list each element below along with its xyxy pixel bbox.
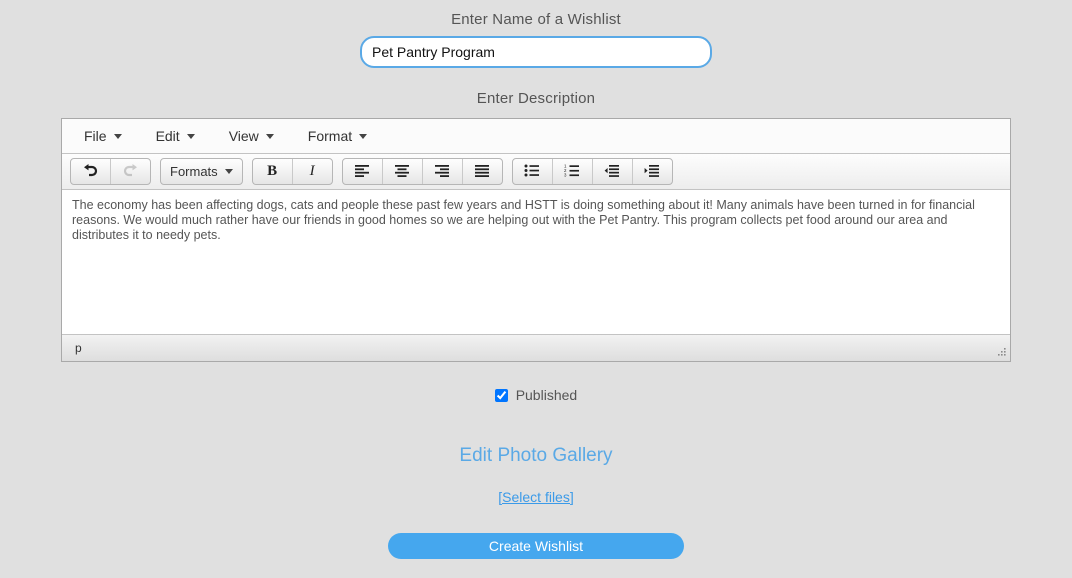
formats-label: Formats <box>170 164 218 179</box>
published-checkbox[interactable] <box>494 389 508 402</box>
svg-text:3: 3 <box>564 172 567 176</box>
redo-icon <box>122 163 139 181</box>
chevron-down-icon <box>359 133 368 139</box>
numbered-list-button[interactable]: 1 2 3 <box>553 159 593 184</box>
published-label-text: Published <box>515 387 578 403</box>
align-justify-button[interactable] <box>463 159 502 184</box>
published-checkbox-label[interactable]: Published <box>494 387 578 403</box>
chevron-down-icon <box>224 169 233 174</box>
undo-icon <box>82 163 99 181</box>
bullet-list-button[interactable] <box>513 159 553 184</box>
outdent-button[interactable] <box>593 159 633 184</box>
menu-view[interactable]: View <box>219 125 284 147</box>
chevron-down-icon <box>186 133 195 139</box>
menu-edit-label: Edit <box>155 128 180 144</box>
align-justify-icon <box>474 164 490 180</box>
text-style-button-group: B I <box>251 158 333 185</box>
formats-dropdown[interactable]: Formats <box>161 159 242 184</box>
alignment-button-group <box>341 158 503 185</box>
align-center-button[interactable] <box>383 159 423 184</box>
editor-menubar: File Edit View Format <box>62 119 1010 154</box>
menu-file[interactable]: File <box>74 125 132 147</box>
editor-content-area[interactable]: The economy has been affecting dogs, cat… <box>62 190 1010 334</box>
undo-button[interactable] <box>71 159 111 184</box>
wishlist-name-field-wrapper <box>0 36 1072 68</box>
element-path: p <box>75 341 82 355</box>
menu-view-label: View <box>228 128 259 144</box>
bold-button[interactable]: B <box>253 159 293 184</box>
numbered-list-icon: 1 2 3 <box>564 163 580 180</box>
align-right-button[interactable] <box>423 159 463 184</box>
list-indent-button-group: 1 2 3 <box>511 158 673 185</box>
chevron-down-icon <box>113 133 122 139</box>
create-wishlist-button[interactable]: Create Wishlist <box>388 533 684 559</box>
editor-toolbar: Formats B I 1 2 3 <box>62 154 1010 190</box>
menu-format-label: Format <box>307 128 353 144</box>
wishlist-name-label: Enter Name of a Wishlist <box>451 11 621 28</box>
wishlist-name-input[interactable] <box>360 36 712 68</box>
bullet-list-icon <box>524 164 540 180</box>
align-left-icon <box>354 164 370 180</box>
resize-handle-icon[interactable] <box>996 347 1007 358</box>
bold-icon: B <box>267 163 278 179</box>
menu-format[interactable]: Format <box>298 125 377 147</box>
redo-button[interactable] <box>111 159 150 184</box>
menu-edit[interactable]: Edit <box>146 125 205 147</box>
editor-paragraph: The economy has been affecting dogs, cat… <box>72 198 975 242</box>
editor-statusbar: p <box>62 334 1010 361</box>
rich-text-editor: File Edit View Format Formats B I 1 2 3 … <box>61 118 1011 362</box>
chevron-down-icon <box>265 133 274 139</box>
select-files-link[interactable]: [Select files] <box>0 489 1072 505</box>
align-center-icon <box>394 164 410 180</box>
edit-photo-gallery-link[interactable]: Edit Photo Gallery <box>0 445 1072 467</box>
indent-button[interactable] <box>633 159 672 184</box>
submit-row: Create Wishlist <box>0 533 1072 559</box>
published-row: Published <box>0 387 1072 403</box>
align-right-icon <box>434 164 450 180</box>
outdent-icon <box>604 164 620 180</box>
menu-file-label: File <box>84 128 107 144</box>
history-button-group <box>70 158 151 185</box>
italic-button[interactable]: I <box>293 159 332 184</box>
italic-icon: I <box>309 163 315 179</box>
indent-icon <box>644 164 660 180</box>
formats-button-group: Formats <box>160 158 243 185</box>
description-label: Enter Description <box>476 90 596 107</box>
align-left-button[interactable] <box>343 159 383 184</box>
